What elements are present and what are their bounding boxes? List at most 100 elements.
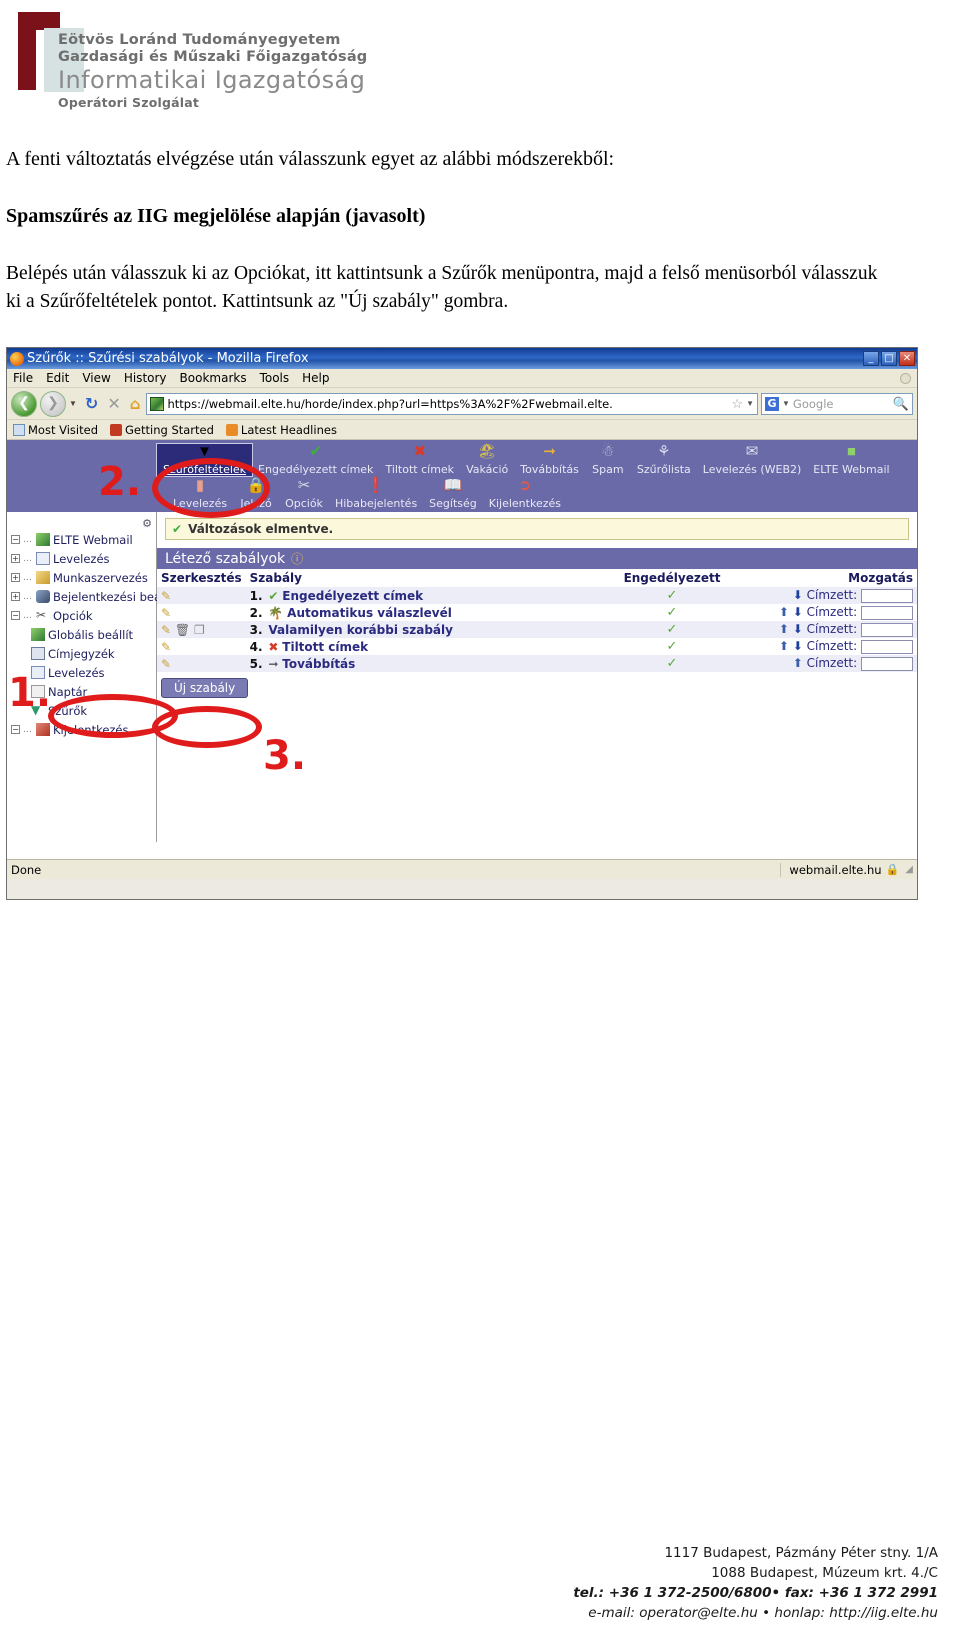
move-down-icon[interactable]: ⬇ [793,639,803,653]
sidebar-item-globalis-beallitasok[interactable]: Globális beállít [7,625,156,644]
new-rule-button[interactable]: Új szabály [161,678,249,698]
maximize-button[interactable]: □ [881,351,897,366]
rule-name[interactable]: Tiltott címek [282,640,368,654]
reload-icon[interactable]: ↻ [82,394,101,413]
table-row[interactable]: ✎ 1. ✔ Engedélyezett címek ✓ ⬇ Címzett: [157,587,917,604]
toolbar-item-engedelyezett-cimek[interactable]: ✔ Engedélyezett címek [252,444,379,476]
sidebar-item-opciok[interactable]: −… ✂ Opciók [7,606,156,625]
rule-name[interactable]: Engedélyezett címek [282,589,423,603]
rule-enabled-cell[interactable]: ✓ [617,621,727,638]
table-row[interactable]: ✎ 2. 🌴 Automatikus válaszlevél ✓ ⬆ ⬇ Cím… [157,604,917,621]
url-dropdown-icon[interactable]: ▼ [746,399,754,408]
table-row[interactable]: ✎ 4. ✖ Tiltott címek ✓ ⬆ ⬇ Címzett: [157,638,917,655]
search-icon[interactable]: 🔍 [893,396,909,412]
sidebar-item-bejelentkezesi-beallitasok[interactable]: +… Bejelentkezési bea [7,587,161,606]
move-up-icon[interactable]: ⬆ [779,639,789,653]
toolbar-item-spam[interactable]: ☃ Spam [585,444,631,476]
rule-move-cell[interactable]: ⬆ ⬇ Címzett: [727,604,917,621]
menu-view[interactable]: View [82,371,110,385]
rule-name-cell[interactable]: 3. Valamilyen korábbi szabály [246,621,617,638]
back-button-icon[interactable]: ❮ [11,390,37,417]
menu-help[interactable]: Help [302,371,329,385]
bookmark-latest-headlines[interactable]: Latest Headlines [225,423,337,437]
sidebar-item-cimjegyzek[interactable]: Címjegyzék [7,644,156,663]
close-button[interactable]: ✕ [899,351,915,366]
rule-enabled-cell[interactable]: ✓ [617,655,727,672]
menu-tools[interactable]: Tools [260,371,290,385]
expand-toggle-icon[interactable]: + [11,592,20,601]
rule-move-cell[interactable]: ⬇ Címzett: [727,587,917,604]
forward-button-icon[interactable]: ❯ [40,390,66,417]
edit-icon[interactable]: ✎ [161,623,171,637]
rule-move-cell[interactable]: ⬆ ⬇ Címzett: [727,638,917,655]
edit-icon[interactable]: ✎ [161,640,171,654]
url-bar[interactable]: https://webmail.elte.hu/horde/index.php?… [146,392,758,415]
move-down-icon[interactable]: ⬇ [793,605,803,619]
sidebar-item-munkaszervezes[interactable]: +… Munkaszervezés [7,568,156,587]
collapse-toggle-icon[interactable]: − [11,725,20,734]
toolbar-item-levelezes-web2[interactable]: ✉ Levelezés (WEB2) [697,444,808,476]
collapse-toggle-icon[interactable]: − [11,535,20,544]
url-text[interactable]: https://webmail.elte.hu/horde/index.php?… [167,397,728,411]
rule-name[interactable]: Valamilyen korábbi szabály [268,623,453,637]
rule-move-cell[interactable]: ⬆ Címzett: [727,655,917,672]
rule-edit-cell[interactable]: ✎ [157,655,246,672]
rule-move-cell[interactable]: ⬆ ⬇ Címzett: [727,621,917,638]
move-down-icon[interactable]: ⬇ [793,622,803,636]
rule-name-cell[interactable]: 1. ✔ Engedélyezett címek [246,587,617,604]
move-target-input[interactable] [861,588,913,603]
expand-toggle-icon[interactable]: + [11,554,20,563]
toolbar-item-kijelentkezes[interactable]: ➲ Kijelentkezés [483,478,567,510]
table-row[interactable]: ✎ 🗑 ❐ 3. Valamilyen korábbi szabály ✓ ⬆ [157,621,917,638]
move-target-input[interactable] [861,622,913,637]
edit-icon[interactable]: ✎ [161,589,171,603]
toolbar-item-segitseg[interactable]: 📖 Segítség [423,478,483,510]
menu-history[interactable]: History [124,371,167,385]
delete-icon[interactable]: 🗑 [175,623,190,637]
menu-bookmarks[interactable]: Bookmarks [180,371,247,385]
toolbar-item-jelszo[interactable]: 🔒 Jelszó [233,478,279,510]
search-input[interactable]: Google [793,397,890,411]
help-icon[interactable]: ⓘ [291,550,303,567]
table-row[interactable]: ✎ 5. ➞ Továbbítás ✓ ⬆ Címzett: [157,655,917,672]
rule-name-cell[interactable]: 4. ✖ Tiltott címek [246,638,617,655]
toolbar-item-opciok[interactable]: ✂ Opciók [279,478,329,510]
search-bar[interactable]: G ▼ Google 🔍 [761,392,913,415]
bookmark-star-icon[interactable]: ☆ [731,396,743,412]
edit-icon[interactable]: ✎ [161,657,171,671]
window-controls[interactable]: _ □ ✕ [863,351,915,366]
resize-grip-icon[interactable]: ◢ [905,864,913,875]
move-target-input[interactable] [861,605,913,620]
move-down-icon[interactable]: ⬇ [793,588,803,602]
gear-icon[interactable]: ⚙ [142,517,152,530]
toolbar-item-szurofeltetelek[interactable]: ▼ Szűrőfeltételek [155,443,254,477]
stop-icon[interactable]: ✕ [104,394,123,413]
move-up-icon[interactable]: ⬆ [793,656,803,670]
bookmark-getting-started[interactable]: Getting Started [110,423,214,437]
rule-name-cell[interactable]: 5. ➞ Továbbítás [246,655,617,672]
expand-toggle-icon[interactable]: + [11,573,20,582]
toolbar-item-levelezes[interactable]: ▮ Levelezés [167,478,233,510]
rule-enabled-cell[interactable]: ✓ [617,587,727,604]
move-target-input[interactable] [861,656,913,671]
toolbar-item-hibabejelentes[interactable]: ❗ Hibabejelentés [329,478,423,510]
menu-edit[interactable]: Edit [46,371,69,385]
move-up-icon[interactable]: ⬆ [779,605,789,619]
browser-menubar[interactable]: File Edit View History Bookmarks Tools H… [7,369,917,388]
rule-name-cell[interactable]: 2. 🌴 Automatikus válaszlevél [246,604,617,621]
copy-icon[interactable]: ❐ [194,623,205,637]
rule-name[interactable]: Továbbítás [282,657,355,671]
toolbar-item-vakacio[interactable]: 🏖 Vakáció [460,444,514,476]
rule-edit-cell[interactable]: ✎ [157,587,246,604]
menu-file[interactable]: File [13,371,33,385]
toolbar-item-tovabbitas[interactable]: ➞ Továbbítás [514,444,585,476]
minimize-button[interactable]: _ [863,351,879,366]
collapse-toggle-icon[interactable]: − [11,611,20,620]
rule-edit-cell[interactable]: ✎ [157,604,246,621]
rule-edit-cell[interactable]: ✎ [157,638,246,655]
sidebar-item-elte-webmail[interactable]: −… ELTE Webmail [7,530,156,549]
bookmark-most-visited[interactable]: Most Visited [13,423,98,437]
history-dropdown-icon[interactable]: ▼ [69,399,77,408]
google-icon[interactable]: G [765,396,779,411]
toolbar-item-elte-webmail[interactable]: ■ ELTE Webmail [807,444,895,476]
